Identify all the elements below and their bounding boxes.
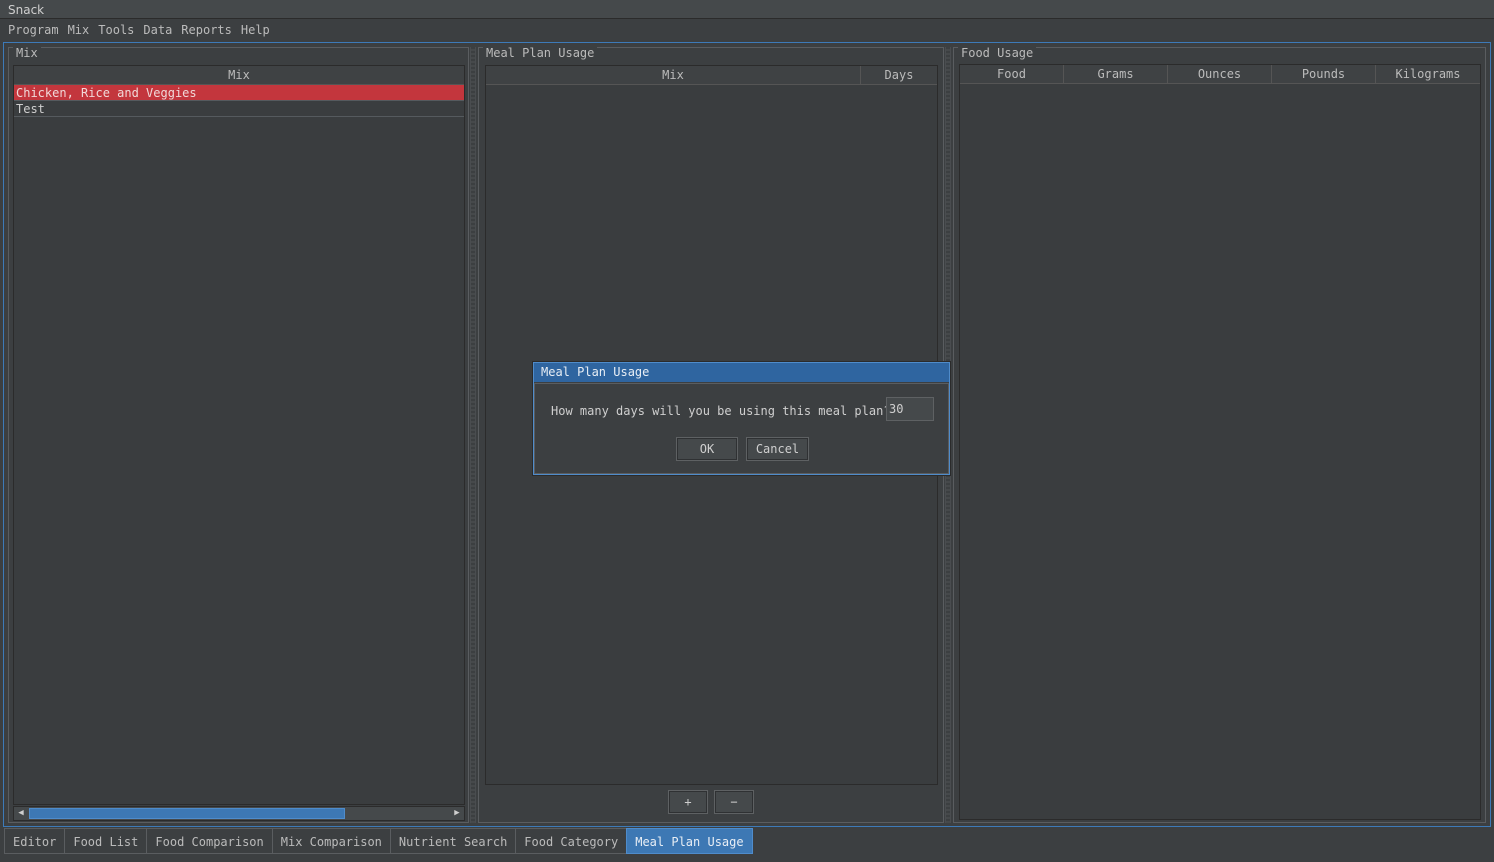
mix-row-selected[interactable]: Chicken, Rice and Veggies: [14, 85, 464, 101]
meal-plan-mix-column-header[interactable]: Mix: [486, 66, 861, 84]
ounces-column-header[interactable]: Ounces: [1168, 65, 1272, 83]
dialog-body: How many days will you be using this mea…: [534, 383, 949, 474]
meal-plan-table-header: Mix Days: [486, 66, 937, 85]
mix-panel-title: Mix: [13, 46, 41, 60]
ok-button[interactable]: OK: [676, 437, 738, 461]
window-title: Snack: [8, 3, 45, 17]
menu-help[interactable]: Help: [237, 20, 274, 41]
menu-mix[interactable]: Mix: [64, 20, 94, 41]
menu-data[interactable]: Data: [139, 20, 176, 41]
menu-reports[interactable]: Reports: [177, 20, 236, 41]
scrollbar-thumb[interactable]: [29, 808, 345, 819]
tab-editor[interactable]: Editor: [4, 828, 65, 854]
food-usage-table-header: Food Grams Ounces Pounds Kilograms: [960, 65, 1480, 84]
dialog-prompt: How many days will you be using this mea…: [551, 404, 891, 418]
food-usage-table[interactable]: Food Grams Ounces Pounds Kilograms: [959, 64, 1481, 820]
tab-nutrient-search[interactable]: Nutrient Search: [389, 828, 516, 854]
mix-row[interactable]: Test: [14, 101, 464, 117]
meal-plan-panel-title: Meal Plan Usage: [483, 46, 598, 60]
menu-tools[interactable]: Tools: [94, 20, 138, 41]
dialog-title: Meal Plan Usage: [534, 363, 949, 382]
scroll-left-icon[interactable]: ◀: [14, 807, 28, 820]
pounds-column-header[interactable]: Pounds: [1272, 65, 1376, 83]
mix-column-header[interactable]: Mix: [14, 66, 464, 84]
mix-panel: Mix Mix Chicken, Rice and Veggies Test ◀…: [8, 46, 469, 823]
food-column-header[interactable]: Food: [960, 65, 1064, 83]
tab-food-list[interactable]: Food List: [64, 828, 147, 854]
tab-mix-comparison[interactable]: Mix Comparison: [271, 828, 390, 854]
food-usage-panel: Food Usage Food Grams Ounces Pounds Kilo…: [953, 46, 1486, 823]
grams-column-header[interactable]: Grams: [1064, 65, 1168, 83]
mix-table[interactable]: Mix Chicken, Rice and Veggies Test: [13, 65, 465, 805]
tab-food-comparison[interactable]: Food Comparison: [146, 828, 272, 854]
meal-plan-dialog: Meal Plan Usage How many days will you b…: [533, 362, 950, 475]
menu-bar: Program Mix Tools Data Reports Help: [0, 20, 1494, 41]
window-title-bar: Snack: [0, 0, 1494, 19]
view-tab-bar: Editor Food List Food Comparison Mix Com…: [4, 828, 753, 854]
food-usage-panel-title: Food Usage: [958, 46, 1037, 60]
cancel-button[interactable]: Cancel: [746, 437, 809, 461]
menu-program[interactable]: Program: [4, 20, 63, 41]
meal-plan-days-column-header[interactable]: Days: [861, 66, 937, 84]
kilograms-column-header[interactable]: Kilograms: [1376, 65, 1480, 83]
mix-horizontal-scrollbar[interactable]: ◀ ▶: [13, 806, 465, 821]
add-mix-button[interactable]: +: [668, 790, 708, 814]
tab-food-category[interactable]: Food Category: [515, 828, 627, 854]
scroll-right-icon[interactable]: ▶: [450, 807, 464, 820]
mix-table-header: Mix: [14, 66, 464, 85]
tab-meal-plan-usage[interactable]: Meal Plan Usage: [626, 828, 753, 854]
days-input[interactable]: 30: [886, 397, 934, 421]
split-divider-left[interactable]: [470, 47, 476, 823]
remove-mix-button[interactable]: −: [714, 790, 754, 814]
